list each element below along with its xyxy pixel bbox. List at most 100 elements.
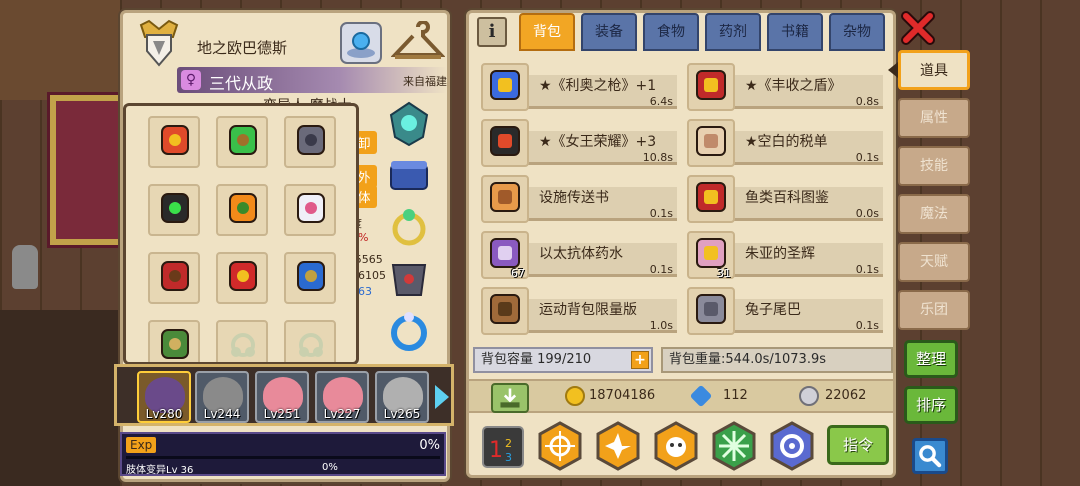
equipment-slot[interactable] [148,320,200,362]
equipment-slot[interactable] [216,252,268,304]
empty-slot-icon [231,333,255,357]
green-staff-icon [229,125,257,155]
dark-armor-icon[interactable] [385,255,433,303]
equipment-slot[interactable] [148,252,200,304]
gear-skill-icon[interactable] [767,421,817,471]
fish-encyclopedia-icon [696,182,726,212]
hero-portrait[interactable]: Lv227 [315,371,369,423]
inventory-item[interactable]: ★《丰收之盾》 0.8s [683,59,885,111]
hero-portrait[interactable]: Lv244 [195,371,249,423]
storage-icon[interactable] [491,383,529,413]
soul-crystal-icon[interactable] [339,21,383,65]
inventory-item[interactable]: 朱亚的圣辉 0.1s 31 [683,227,885,280]
hanger-icon[interactable] [391,21,445,65]
side-tab-band[interactable]: 乐团 [898,290,970,330]
item-weight: 0.1s [649,207,673,220]
emerald-amulet-icon[interactable] [385,99,433,147]
item-icon-slot [687,63,735,111]
numbered-list-icon[interactable]: 1 2 3 [481,421,525,471]
item-icon-slot [481,287,529,335]
character-title: 三代从政 [209,74,274,93]
equipment-slot[interactable] [284,320,336,362]
svg-text:1: 1 [489,438,503,463]
equipment-slot[interactable] [216,184,268,236]
hero-portrait[interactable]: Lv251 [255,371,309,423]
search-icon[interactable] [912,438,948,474]
command-button[interactable]: 指令 [827,425,889,465]
item-name: ★《利奥之枪》+1 [539,78,657,94]
tab-food[interactable]: 食物 [643,13,699,51]
info-icon[interactable]: i [477,17,507,47]
hero-portrait[interactable]: Lv265 [375,371,429,423]
item-name: 设施传送书 [539,190,609,206]
queen-shield-icon [490,126,520,156]
bag-weight: 背包重量:544.0s/1073.9s [661,347,893,373]
side-tab-items[interactable]: 道具 [898,50,970,90]
inventory-item[interactable]: ★空白的税单 0.1s [683,115,885,167]
diamond-amount: 112 [723,388,748,403]
inventory-item[interactable]: 运动背包限量版 1.0s [477,283,679,335]
shuriken-skill-icon[interactable] [593,421,643,471]
sort-button[interactable]: 排序 [904,386,958,424]
side-tab-magic[interactable]: 魔法 [898,194,970,234]
white-glove-icon [297,193,325,223]
tab-bag[interactable]: 背包 [519,13,575,51]
inventory-item[interactable]: ★《女王荣耀》+3 10.8s [477,115,679,167]
burst-skill-icon[interactable] [709,421,759,471]
tab-books[interactable]: 书籍 [767,13,823,51]
character-name: 地之欧巴德斯 [197,39,288,57]
inventory-item[interactable]: ★《利奥之枪》+1 6.4s [477,59,679,111]
organize-button[interactable]: 整理 [904,340,958,378]
character-origin: 来自福建 [403,75,447,88]
close-icon[interactable] [900,10,936,46]
red-belt-icon [161,261,189,291]
hero-level: Lv265 [383,407,421,421]
expand-capacity-button[interactable]: + [631,351,649,369]
creature-skill-icon[interactable] [651,421,701,471]
equipment-slot[interactable] [284,252,336,304]
next-arrow-icon[interactable] [435,385,449,409]
sapphire-ring-icon[interactable] [385,307,433,355]
action-row: 1 2 3 指令 [469,417,893,479]
equipment-slot[interactable] [284,116,336,168]
blue-treasure-icon[interactable] [385,151,433,199]
npc-sprite[interactable] [12,245,38,289]
inventory-panel: i 背包 装备 食物 药剂 书籍 杂物 ★《利奥之枪》+1 6.4s ★《丰收之盾》… [466,10,896,478]
backpack-icon [490,294,520,324]
tab-equipment[interactable]: 装备 [581,13,637,51]
equipment-slot[interactable] [148,184,200,236]
item-weight: 0.1s [855,151,879,164]
item-weight: 6.4s [649,95,673,108]
jade-ring-icon[interactable] [385,203,433,251]
iron-gauntlet-icon [297,125,325,155]
side-tab-skills[interactable]: 技能 [898,146,970,186]
inventory-item[interactable]: 兔子尾巴 0.1s [683,283,885,335]
item-weight: 0.1s [855,319,879,332]
silver-amount: 22062 [825,388,867,403]
hero-level: Lv251 [263,407,301,421]
hero-portrait[interactable]: Lv280 [137,371,191,423]
character-header: 地之欧巴德斯 [129,17,445,69]
equipment-slot[interactable] [148,116,200,168]
crosshair-skill-icon[interactable] [535,421,585,471]
item-weight: 1.0s [649,319,673,332]
side-tab-attributes[interactable]: 属性 [898,98,970,138]
teleport-book-icon [490,182,520,212]
exp-label: Exp [126,437,157,453]
side-tab-talent[interactable]: 天赋 [898,242,970,282]
title-bar[interactable]: ♀ 三代从政 来自福建 [177,67,447,93]
tab-misc[interactable]: 杂物 [829,13,885,51]
equipment-slot[interactable] [216,320,268,362]
floor-tiles [0,0,120,100]
equipment-slot[interactable] [284,184,336,236]
inventory-item[interactable]: 设施传送书 0.1s [477,171,679,223]
gold-coin-icon [565,386,585,406]
item-name: ★《女王荣耀》+3 [539,134,657,150]
inventory-item[interactable]: 鱼类百科图鉴 0.0s [683,171,885,223]
tab-potions[interactable]: 药剂 [705,13,761,51]
item-name: 以太抗体药水 [539,246,623,262]
tax-form-icon [696,126,726,156]
item-name: 鱼类百科图鉴 [745,190,829,206]
equipment-slot[interactable] [216,116,268,168]
inventory-item[interactable]: 以太抗体药水 0.1s 67 [477,227,679,280]
